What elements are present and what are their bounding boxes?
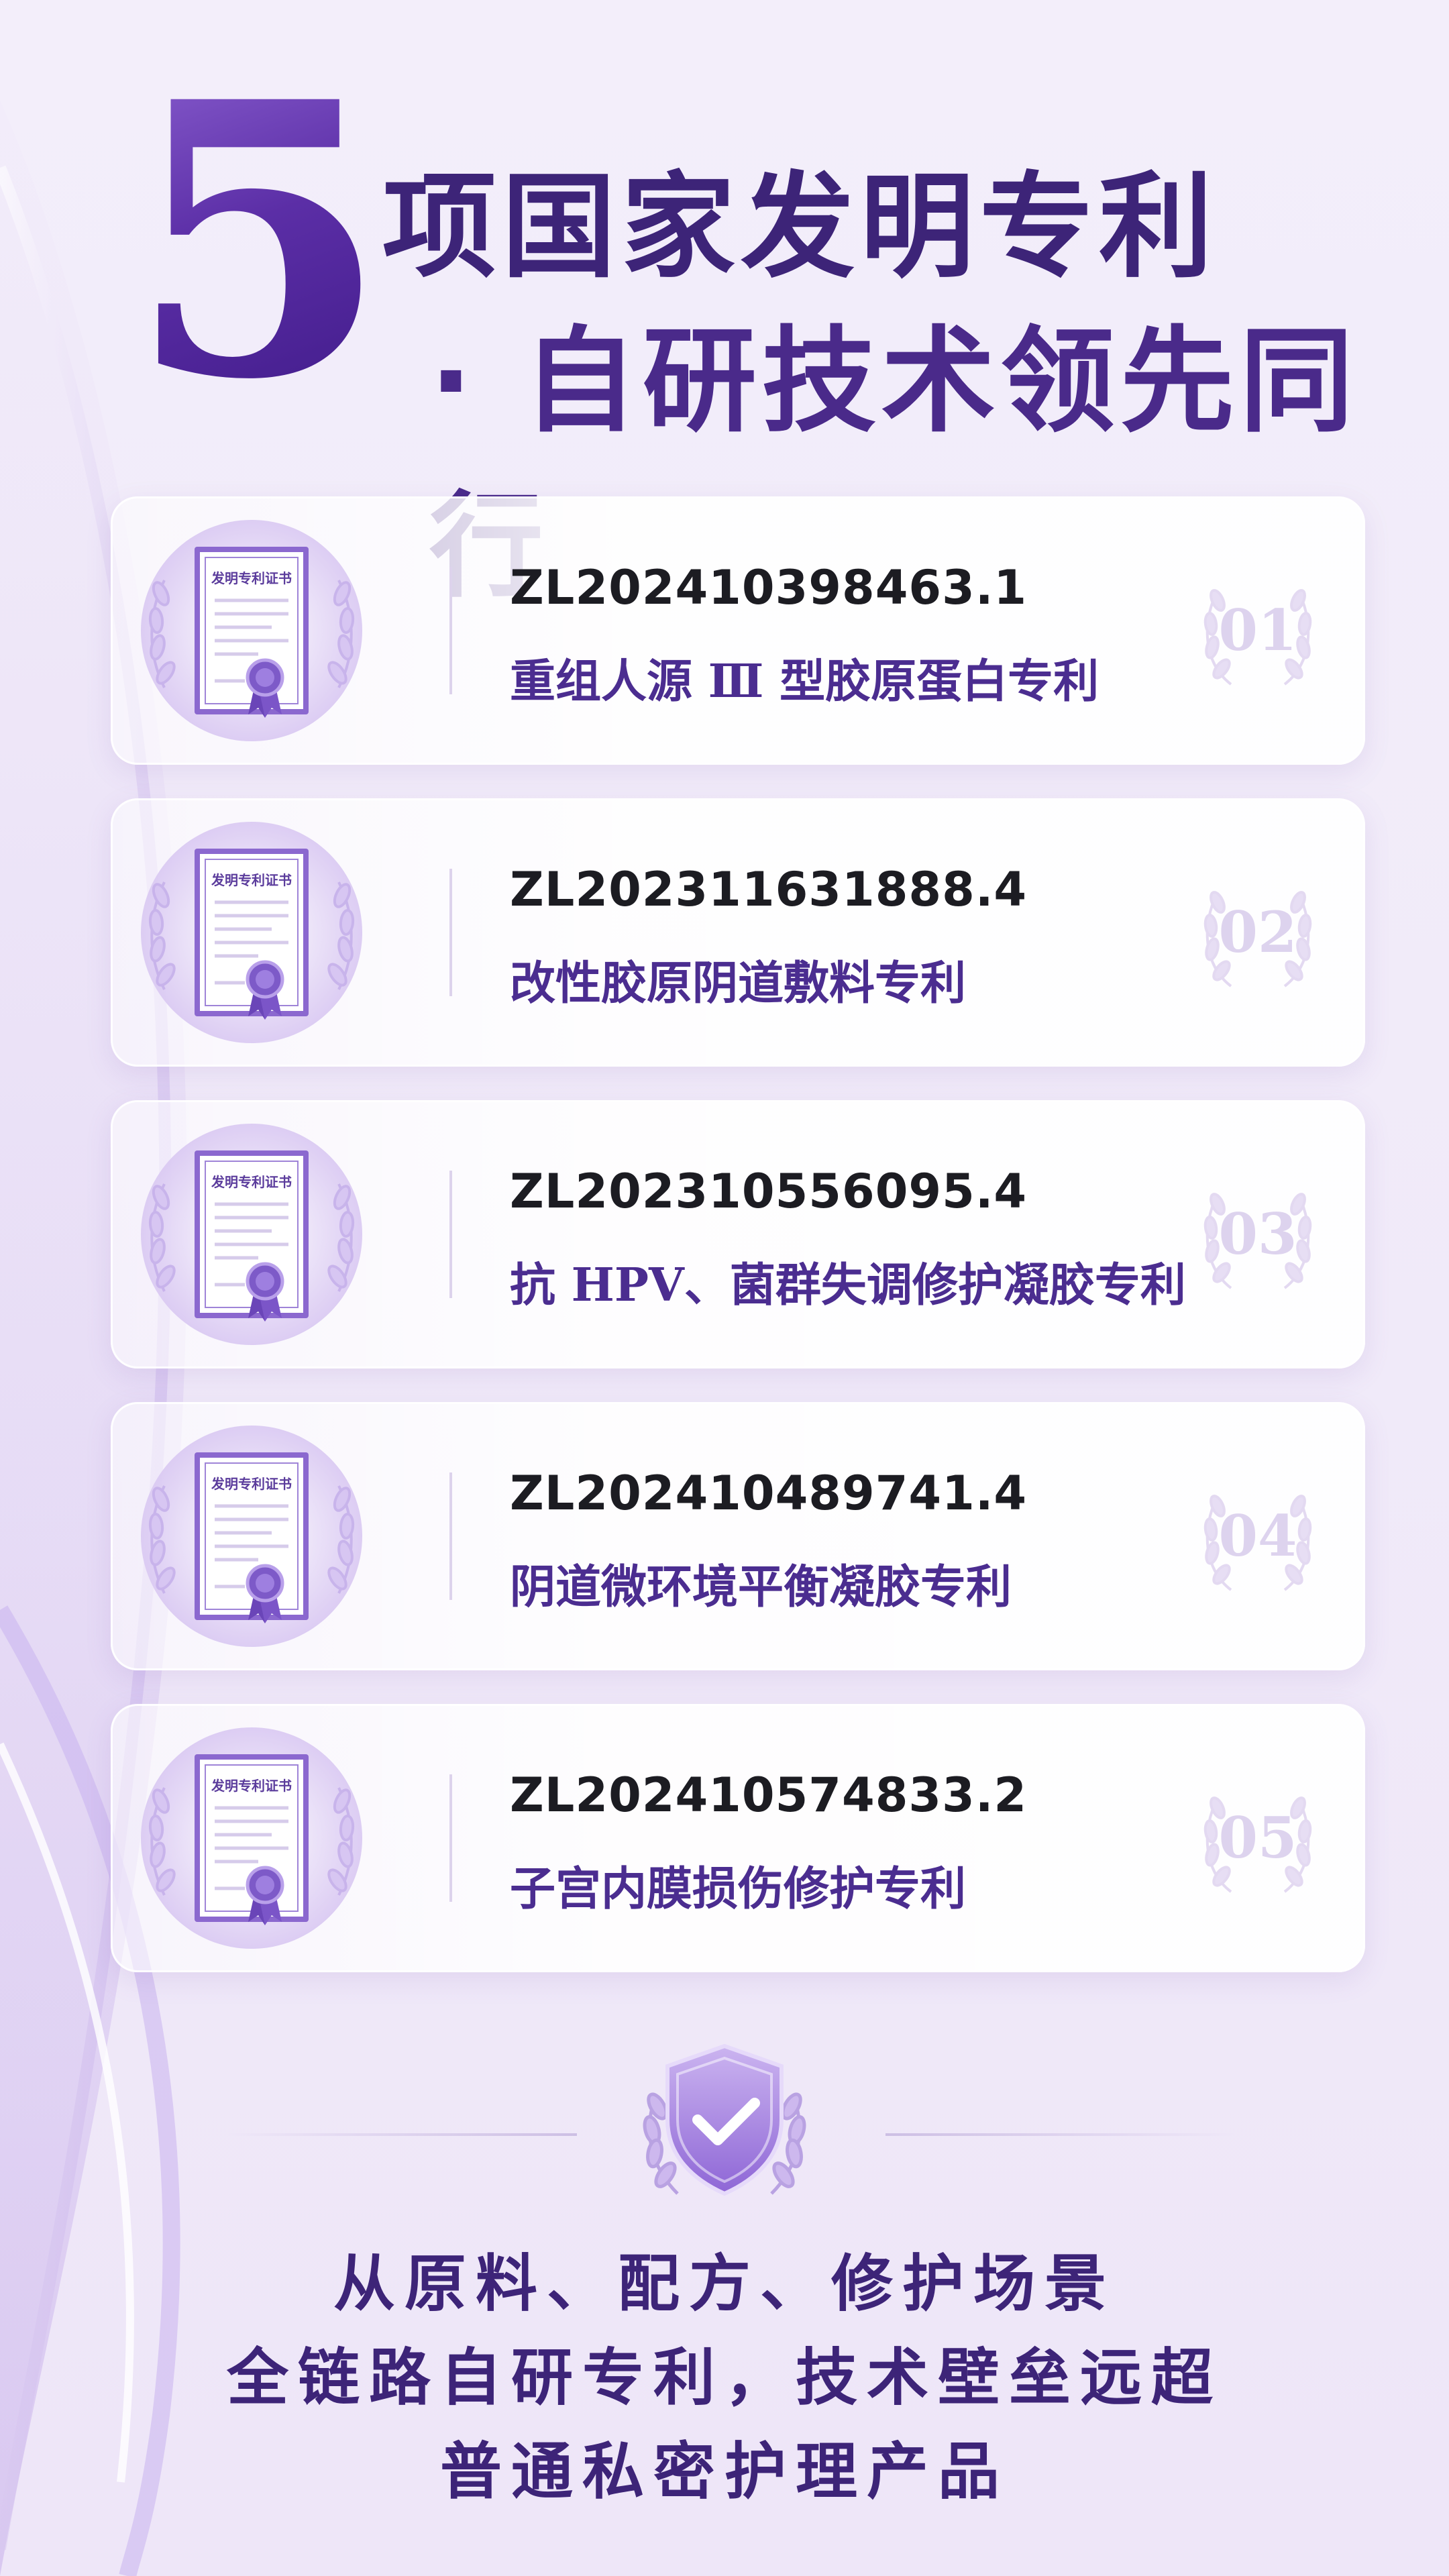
patent-name: 重组人源 Ⅲ 型胶原蛋白专利 [510, 655, 1099, 708]
index-badge: 05 [1191, 1778, 1325, 1898]
patent-card: 发明专利证书 ZL202311631888.4 改性胶原阴道敷料专利 02 [111, 798, 1365, 1067]
certificate-wrap: 发明专利证书 [138, 1117, 366, 1352]
card-divider [449, 567, 452, 694]
certificate-wrap: 发明专利证书 [138, 1419, 366, 1654]
svg-text:发明专利证书: 发明专利证书 [211, 872, 292, 888]
card-divider [449, 1774, 452, 1902]
patent-name: 抗 HPV、菌群失调修护凝胶专利 [510, 1258, 1186, 1312]
card-divider [449, 1171, 452, 1298]
slogan-line-3: 普通私密护理产品 [439, 2436, 1009, 2508]
patent-number: ZL202310556095.4 [510, 1164, 1028, 1219]
patent-number: ZL202311631888.4 [510, 862, 1028, 917]
patent-name: 改性胶原阴道敷料专利 [510, 957, 967, 1010]
patent-card: 发明专利证书 ZL202410574833.2 子宫内膜损伤修护专利 05 [111, 1704, 1365, 1972]
card-divider [449, 1472, 452, 1600]
patent-number: ZL202410398463.1 [510, 560, 1028, 615]
slogan-line-2: 全链路自研专利，技术壁垒远超 [226, 2342, 1222, 2414]
divider-line-left [228, 2133, 577, 2136]
slogan-line-1: 从原料、配方、修护场景 [333, 2248, 1116, 2320]
certificate-icon: 发明专利证书 [141, 520, 362, 741]
card-divider [449, 869, 452, 996]
index-badge: 02 [1191, 872, 1325, 993]
patent-card: 发明专利证书 ZL202410398463.1 重组人源 Ⅲ 型胶原蛋白专利 0… [111, 496, 1365, 765]
certificate-wrap: 发明专利证书 [138, 513, 366, 748]
svg-text:发明专利证书: 发明专利证书 [211, 570, 292, 586]
certificate-icon: 发明专利证书 [141, 1124, 362, 1345]
headline-number: 5 [127, 21, 389, 462]
divider-line-right [885, 2133, 1234, 2136]
index-number: 01 [1218, 597, 1297, 663]
certificate-wrap: 发明专利证书 [138, 1721, 366, 1955]
patent-name: 子宫内膜损伤修护专利 [510, 1862, 967, 1916]
headline: 5 项国家发明专利 · 自研技术领先同行 [0, 0, 1449, 613]
patent-name: 阴道微环境平衡凝胶专利 [510, 1560, 1012, 1614]
index-number: 04 [1218, 1503, 1297, 1569]
patent-number: ZL202410574833.2 [510, 1768, 1028, 1823]
index-number: 05 [1218, 1805, 1297, 1871]
patent-number: ZL202410489741.4 [510, 1466, 1028, 1521]
patent-card: 发明专利证书 ZL202310556095.4 抗 HPV、菌群失调修护凝胶专利 [111, 1100, 1365, 1368]
index-badge: 01 [1191, 570, 1325, 691]
svg-text:发明专利证书: 发明专利证书 [211, 1476, 292, 1492]
certificate-icon: 发明专利证书 [141, 822, 362, 1043]
svg-text:发明专利证书: 发明专利证书 [211, 1778, 292, 1794]
shield-check-icon [643, 2043, 806, 2196]
index-number: 02 [1218, 899, 1297, 965]
certificate-icon: 发明专利证书 [141, 1426, 362, 1647]
index-badge: 03 [1191, 1174, 1325, 1295]
certificate-icon: 发明专利证书 [141, 1727, 362, 1949]
certificate-wrap: 发明专利证书 [138, 815, 366, 1050]
headline-line-1: 项国家发明专利 [382, 161, 1219, 294]
svg-text:发明专利证书: 发明专利证书 [211, 1174, 292, 1190]
shield-section [0, 2012, 1449, 2214]
index-badge: 04 [1191, 1476, 1325, 1597]
index-number: 03 [1218, 1201, 1297, 1267]
patent-card: 发明专利证书 ZL202410489741.4 阴道微环境平衡凝胶专利 04 [111, 1402, 1365, 1670]
